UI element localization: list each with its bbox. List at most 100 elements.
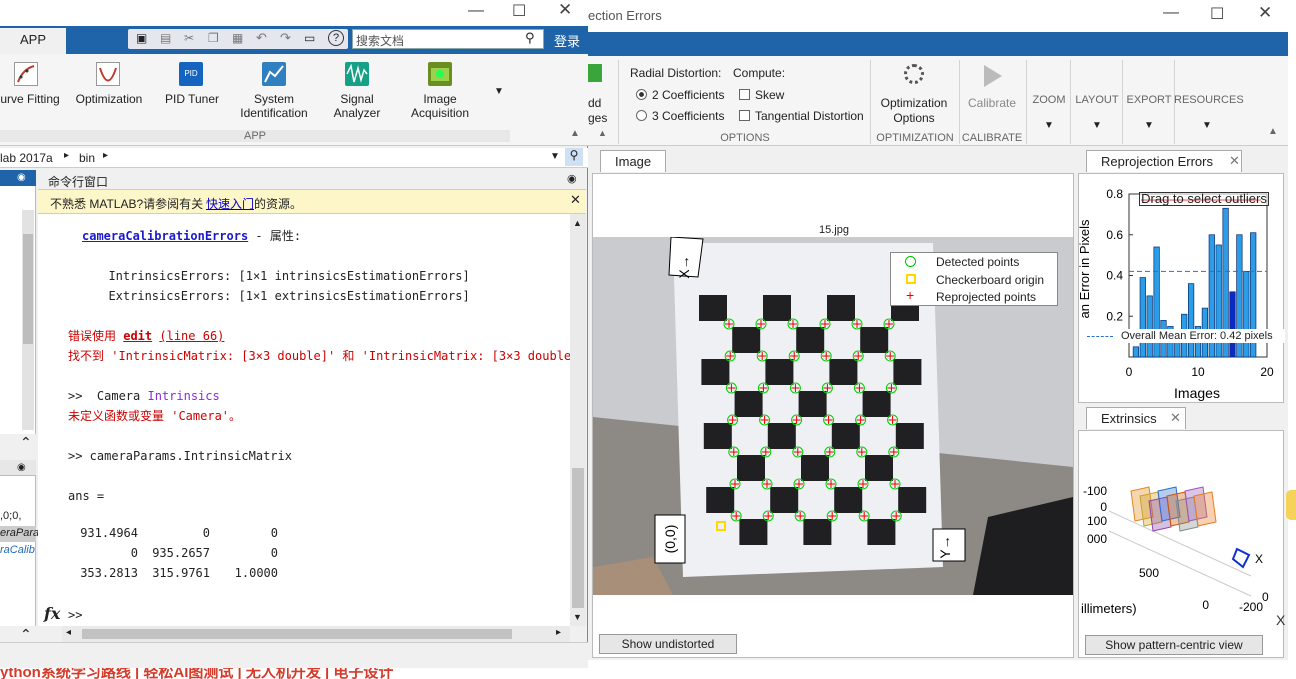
fx-icon[interactable]: fx [44,604,60,623]
getting-started-notice: 不熟悉 MATLAB?请参阅有关 快速入门 的资源。 ✕ [38,190,586,214]
show-undistorted-button[interactable]: Show undistorted [599,634,737,654]
more-apps-icon[interactable]: ▼ [494,86,504,97]
export-menu[interactable]: EXPORT [1124,94,1174,106]
scroll-right-icon[interactable]: ▸ [556,627,561,638]
tangential-checkbox[interactable] [739,110,750,121]
radio-2-label[interactable]: 2 Coefficients [652,88,725,102]
scrollbar-thumb[interactable] [572,468,584,608]
drag-outliers-box[interactable]: Drag to select outliers [1139,192,1269,206]
show-pattern-centric-button[interactable]: Show pattern-centric view [1085,635,1263,655]
collapse-ribbon-icon[interactable]: ▲ [1268,126,1278,137]
radio-2-coefficients[interactable] [636,89,647,100]
layout-dropdown-icon[interactable]: ▼ [1092,120,1102,131]
panel-menu-icon[interactable]: ◉ [17,172,26,183]
vertical-scrollbar[interactable]: ▲ ▼ [570,214,586,626]
collapse-icon[interactable]: ⌃ [20,434,32,451]
side-widget-icon[interactable] [1286,490,1296,520]
signal-analyzer-icon[interactable] [345,62,369,86]
scroll-left-icon[interactable]: ◂ [66,627,71,638]
cut-icon[interactable]: ✂ [184,31,194,45]
app-optimization[interactable]: Optimization [68,92,150,106]
workspace-item[interactable]: raCalib [0,544,35,556]
undo-icon[interactable]: ↶ [256,30,267,46]
resources-menu[interactable]: RESOURCES [1174,94,1244,106]
app-system-identification[interactable]: System Identification [236,92,312,120]
pid-tuner-icon[interactable]: PID [179,62,203,86]
play-icon[interactable] [984,65,1002,87]
command-prompt[interactable]: >> [68,608,82,622]
radio-3-coefficients[interactable] [636,110,647,121]
workspace-item[interactable]: ,0;0, [0,510,21,522]
close-icon[interactable]: ✕ [1258,3,1272,23]
tab-image[interactable]: Image [600,150,667,172]
path-segment[interactable]: lab 2017a [0,151,53,165]
minimize-icon[interactable]: — [1163,4,1179,22]
tab-reprojection-errors[interactable]: Reprojection Errors [1086,150,1242,172]
layout-menu[interactable]: LAYOUT [1072,94,1122,106]
new-icon[interactable]: ▣ [136,31,147,45]
redo-icon[interactable]: ↷ [280,30,291,46]
image-acquisition-icon[interactable] [428,62,452,86]
system-identification-icon[interactable] [262,62,286,86]
maximize-icon[interactable]: ☐ [1210,4,1224,24]
gear-icon[interactable] [904,64,924,84]
skew-label[interactable]: Skew [755,88,784,102]
app-curve-fitting[interactable]: urve Fitting [0,92,60,106]
optimization-options-label-1[interactable]: Optimization [874,96,954,110]
copy-icon[interactable]: ❐ [208,31,219,45]
close-tab-icon[interactable]: ✕ [1229,153,1240,169]
checker-square [860,327,889,353]
close-icon[interactable]: ✕ [558,0,572,20]
path-dropdown-icon[interactable]: ▼ [550,151,560,162]
curve-fitting-icon[interactable] [14,62,38,86]
maximize-icon[interactable]: ☐ [512,1,526,21]
minimize-icon[interactable]: — [468,2,484,20]
login-link[interactable]: 登录 [554,31,580,50]
add-images-label-2[interactable]: ges [588,111,607,125]
search-documentation-input[interactable]: 搜索文档 ⚲ [352,29,544,49]
radio-3-label[interactable]: 3 Coefficients [652,109,725,123]
resources-dropdown-icon[interactable]: ▼ [1202,120,1212,131]
workspace-selected-row[interactable]: eraPara [0,526,39,542]
scrollbar-thumb[interactable] [82,629,512,639]
app-signal-analyzer[interactable]: Signal Analyzer [318,92,396,120]
tangential-label[interactable]: Tangential Distortion [755,109,864,123]
console-class-link[interactable]: cameraCalibrationErrors [82,229,248,243]
browse-folder-icon[interactable]: ⚲ [565,148,583,166]
collapse-icon[interactable]: ⌃ [20,626,32,643]
app-image-acquisition[interactable]: Image Acquisition [400,92,480,120]
optimization-icon[interactable] [96,62,120,86]
close-notice-icon[interactable]: ✕ [570,192,581,208]
line-link[interactable]: (line 66) [159,329,224,343]
paste-icon[interactable]: ▦ [232,31,243,45]
help-icon[interactable]: ? [328,30,344,46]
quick-start-link[interactable]: 快速入门 [206,195,254,212]
optimization-options-label-2[interactable]: Options [874,111,954,125]
skew-checkbox[interactable] [739,89,750,100]
app-pid-tuner[interactable]: PID Tuner [156,92,228,106]
scroll-down-icon[interactable]: ▼ [573,612,582,622]
switch-windows-icon[interactable]: ▭ [304,31,315,45]
scroll-up-icon[interactable]: ▲ [573,218,582,228]
close-tab-icon[interactable]: ✕ [1170,410,1181,426]
edit-link[interactable]: edit [123,329,152,343]
save-icon[interactable]: ▤ [160,31,171,45]
export-dropdown-icon[interactable]: ▼ [1144,120,1154,131]
collapse-ribbon-icon[interactable]: ▲ [570,128,580,139]
scrollbar-thumb[interactable] [23,234,33,344]
panel-menu-icon[interactable]: ◉ [567,172,577,185]
add-images-icon[interactable] [588,64,602,82]
search-icon[interactable]: ⚲ [525,30,535,46]
checker-square [770,487,799,513]
command-output[interactable]: cameraCalibrationErrors - 属性: Intrinsics… [38,214,571,626]
zoom-dropdown-icon[interactable]: ▼ [1044,120,1054,131]
calibrate-button[interactable]: Calibrate [962,96,1022,110]
zoom-menu[interactable]: ZOOM [1028,94,1070,106]
collapse-icon[interactable]: ▲ [598,128,607,138]
panel-menu-icon[interactable]: ◉ [17,462,26,473]
add-images-label-1[interactable]: dd [588,96,601,110]
x-tick-label: 20 [1260,365,1274,379]
tab-app[interactable]: APP [0,28,66,54]
path-segment[interactable]: bin [79,151,95,165]
horizontal-scrollbar[interactable]: ◂ ▸ [62,626,570,642]
